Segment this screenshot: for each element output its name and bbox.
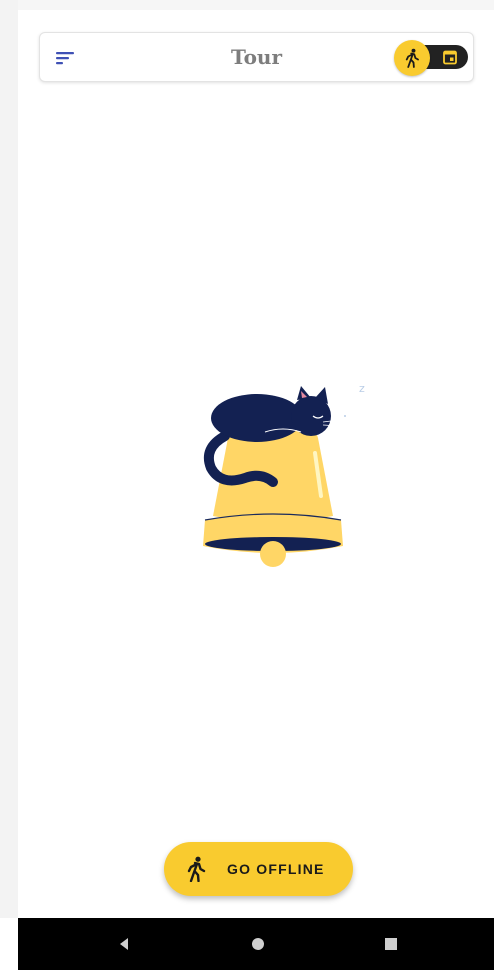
go-offline-label: GO OFFLINE — [227, 861, 325, 877]
app-screen: Tour z GO OFFLINE — [18, 0, 494, 918]
system-navigation-bar — [18, 918, 494, 970]
recents-icon[interactable] — [385, 938, 397, 950]
sort-menu-icon — [56, 52, 74, 65]
left-gutter — [0, 0, 18, 918]
menu-button[interactable] — [52, 46, 80, 70]
go-offline-button[interactable]: GO OFFLINE — [164, 842, 353, 896]
walking-icon — [187, 856, 206, 882]
svg-text:z: z — [359, 382, 365, 395]
home-icon[interactable] — [251, 937, 265, 951]
back-icon[interactable] — [118, 937, 130, 951]
sleeping-cat-bell-illustration: z — [203, 382, 365, 567]
mode-toggle[interactable] — [394, 40, 468, 76]
status-strip — [18, 0, 494, 10]
toggle-knob-walking[interactable] — [394, 40, 430, 76]
walking-icon — [405, 48, 419, 68]
top-app-bar: Tour — [39, 32, 474, 82]
calendar-icon[interactable] — [442, 49, 458, 65]
